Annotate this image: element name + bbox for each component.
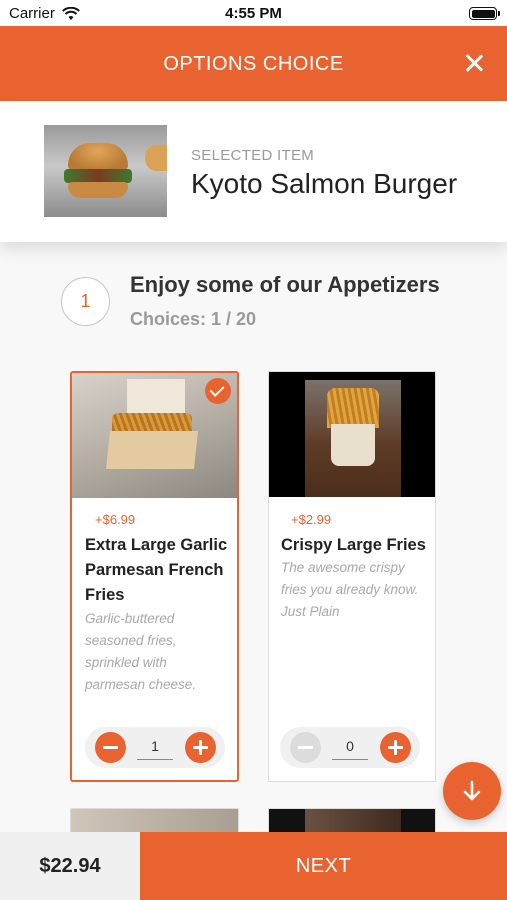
close-icon[interactable] (463, 52, 485, 74)
checkmark-icon[interactable] (205, 378, 231, 404)
option-name: Extra Large Garlic Parmesan French Fries (85, 536, 228, 604)
options-scroll-area[interactable]: 1 Enjoy some of our Appetizers Choices: … (0, 242, 507, 832)
group-choices-count: Choices: 1 / 20 (130, 309, 257, 329)
step-number-badge: 1 (61, 277, 110, 326)
selected-item-panel: SELECTED ITEM Kyoto Salmon Burger (0, 101, 507, 242)
option-photo (72, 373, 237, 498)
option-price: +$2.99 (291, 512, 332, 527)
option-card-crispy-large-fries[interactable]: +$2.99 Crispy Large Fries The awesome cr… (268, 371, 436, 782)
order-total: $22.94 (0, 832, 140, 900)
battery-icon (469, 7, 500, 20)
selected-item-name: Kyoto Salmon Burger (191, 168, 458, 199)
option-description: The awesome crispy fries you already kno… (281, 560, 419, 619)
header-bar: OPTIONS CHOICE (0, 26, 507, 101)
arrow-down-icon (463, 780, 481, 801)
plus-icon[interactable] (380, 732, 411, 763)
option-card-garlic-parmesan-fries[interactable]: +$6.99 Extra Large Garlic Parmesan Frenc… (70, 371, 239, 782)
minus-icon[interactable] (95, 732, 126, 763)
page-title: OPTIONS CHOICE (163, 53, 344, 75)
selected-item-photo (44, 125, 167, 217)
minus-icon[interactable] (290, 732, 321, 763)
quantity-stepper: 1 (85, 727, 225, 768)
option-price: +$6.99 (95, 512, 136, 527)
status-bar: Carrier 4:55 PM (0, 0, 507, 26)
next-button[interactable]: NEXT (140, 832, 507, 900)
clock: 4:55 PM (225, 5, 282, 22)
quantity-stepper: 0 (280, 727, 420, 768)
option-photo (269, 372, 435, 497)
quantity-value[interactable]: 1 (137, 735, 173, 760)
option-card-peek[interactable] (268, 808, 436, 832)
option-description: Garlic-buttered seasoned fries, sprinkle… (85, 611, 197, 692)
group-title: Enjoy some of our Appetizers (130, 272, 440, 297)
plus-icon[interactable] (185, 732, 216, 763)
option-card-peek[interactable] (70, 808, 239, 832)
scroll-down-button[interactable] (443, 762, 501, 820)
quantity-value[interactable]: 0 (332, 735, 368, 760)
option-name: Crispy Large Fries (281, 536, 426, 554)
selected-item-label: SELECTED ITEM (191, 147, 315, 164)
